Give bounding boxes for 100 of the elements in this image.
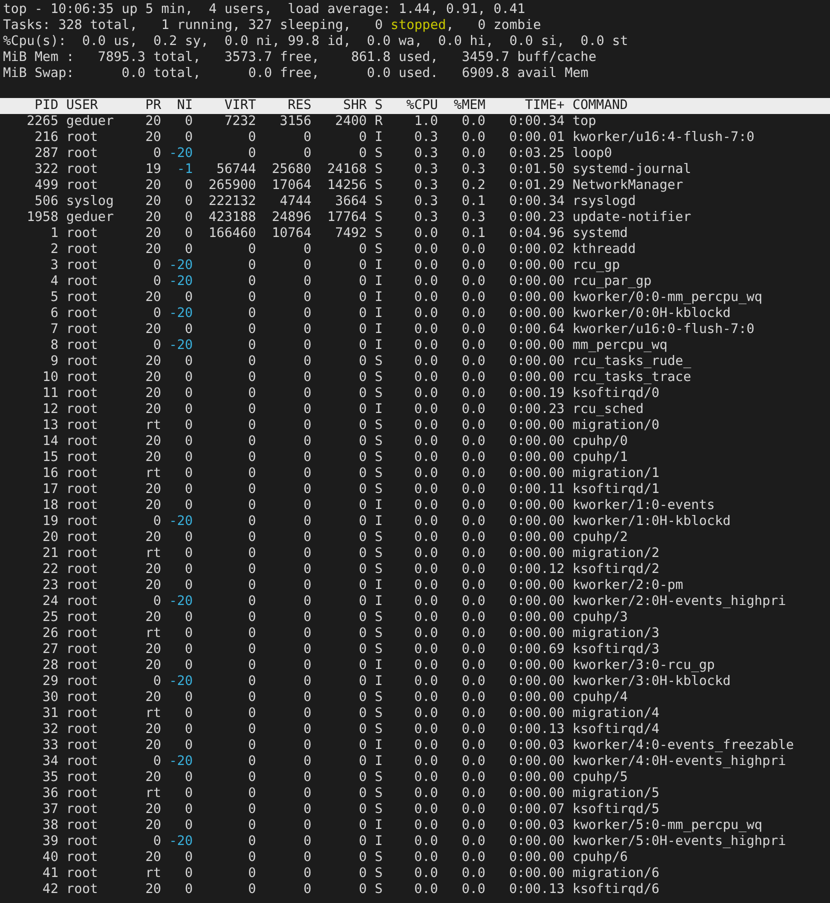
table-cell-text: 0 [358, 722, 367, 738]
table-cell-text: 56744 [216, 162, 256, 178]
table-cell-text: 0 [358, 354, 367, 370]
table-cell-text: 20 [144, 114, 162, 130]
table-cell-text: 0.0 [460, 418, 486, 434]
table-cell-text: 0 [358, 402, 367, 418]
table-cell-text: 0 [152, 146, 162, 162]
table-cell-text: 0.1 [460, 226, 486, 242]
table-cell-text: 0 [302, 594, 312, 610]
table-cell-text: 222132 [208, 194, 256, 210]
column-header: %MEM [452, 98, 486, 114]
table-cell-text: 0.0 [460, 594, 486, 610]
table-cell-text: root [66, 258, 99, 274]
table-cell-text: 0.3 [413, 210, 438, 226]
table-cell: I [374, 658, 383, 674]
table-cell-text: 0:00.00 [508, 338, 565, 354]
table-cell-text: 0 [358, 674, 367, 690]
table-cell-text: 0 [302, 482, 312, 498]
table-cell: S [374, 530, 383, 546]
table-cell: I [374, 578, 383, 594]
table-cell-text: 0 [184, 290, 193, 306]
table-cell-text: 0 [302, 818, 312, 834]
table-cell-text: 0 [302, 130, 312, 146]
table-cell: S [374, 210, 383, 226]
table-cell-text: root [66, 866, 99, 882]
table-cell-text: 0.0 [413, 562, 438, 578]
table-cell-text: 0 [358, 770, 367, 786]
table-cell-text: 17 [42, 482, 58, 498]
table-cell-text: 0.0 [413, 722, 438, 738]
table-cell-text: 0 [358, 418, 367, 434]
table-cell-text: 0 [184, 178, 193, 194]
table-cell-text: 0.0 [413, 658, 438, 674]
table-cell-text: 0:00.13 [508, 722, 565, 738]
table-cell-text: 24 [42, 594, 58, 610]
table-cell-text: 0 [302, 802, 312, 818]
table-cell-text: root [66, 226, 99, 242]
table-cell-text: 0.3 [460, 210, 486, 226]
table-cell-text: 0 [358, 578, 367, 594]
table-cell-text: 0.0 [460, 866, 486, 882]
table-cell: S [374, 770, 383, 786]
table-cell-text: 0.0 [460, 386, 486, 402]
table-cell-text: 0.0 [413, 850, 438, 866]
table-cell-text: 0:00.00 [508, 610, 565, 626]
table-cell-text: 0 [358, 690, 367, 706]
table-cell-text: 38 [42, 818, 58, 834]
table-cell-text: 0:00.00 [508, 306, 565, 322]
table-cell-text: 0 [302, 642, 312, 658]
table-cell-text: 20 [144, 802, 162, 818]
table-cell-text: 0:00.19 [508, 386, 565, 402]
table-cell: S [374, 882, 383, 898]
table-cell-text: 0:00.00 [508, 866, 565, 882]
table-cell-text: 0:00.00 [508, 786, 565, 802]
table-cell-text: 0 [184, 786, 193, 802]
table-cell-text: 0 [247, 258, 256, 274]
table-cell-text: 2400 [334, 114, 367, 130]
table-cell-text: root [66, 594, 99, 610]
table-cell-text: 0:00.34 [508, 194, 565, 210]
table-cell-text: 20 [144, 386, 162, 402]
table-cell-text: kworker/2:0-pm [572, 578, 684, 594]
table-cell-text: 20 [144, 498, 162, 514]
table-cell-text: 0.0 [413, 626, 438, 642]
table-cell-text: 19 [144, 162, 162, 178]
table-cell-text: 1 [49, 226, 58, 242]
table-cell-text: 0.0 [413, 802, 438, 818]
table-cell-text: 20 [144, 818, 162, 834]
table-cell-text: 0.0 [413, 402, 438, 418]
table-cell-text: 0:00.23 [508, 210, 565, 226]
table-cell-text: 0:00.00 [508, 466, 565, 482]
table-cell-text: 0 [247, 594, 256, 610]
table-cell-text: rcu_tasks_rude_ [572, 354, 692, 370]
table-cell: S [374, 146, 383, 162]
table-cell-text: 0 [302, 770, 312, 786]
table-cell-text: root [66, 338, 99, 354]
table-cell-text: migration/1 [572, 466, 660, 482]
table-cell-text: top [572, 114, 598, 130]
column-header: VIRT [223, 98, 256, 114]
table-cell-text: 20 [144, 370, 162, 386]
table-cell-text: 0.0 [460, 738, 486, 754]
table-cell: -20 [169, 674, 193, 690]
table-cell-text: 0.0 [460, 338, 486, 354]
table-cell-text: 0 [247, 242, 256, 258]
table-cell: I [374, 290, 383, 306]
table-cell-text: 16 [42, 466, 58, 482]
table-cell-text: root [66, 546, 99, 562]
table-cell-text: 20 [144, 194, 162, 210]
table-cell-text: root [66, 818, 99, 834]
table-cell: I [374, 130, 383, 146]
table-cell-text: 0 [302, 722, 312, 738]
table-cell-text: 8 [49, 338, 58, 354]
table-cell-text: 20 [144, 610, 162, 626]
table-cell-text: 0:00.00 [508, 834, 565, 850]
table-cell-text: root [66, 162, 99, 178]
table-cell-text: kworker/5:0-mm_percpu_wq [572, 818, 764, 834]
table-cell: -20 [169, 338, 193, 354]
table-cell-text: 0 [247, 818, 256, 834]
table-cell-text: update-notifier [572, 210, 692, 226]
table-cell-text: 36 [42, 786, 58, 802]
table-cell-text: 0 [184, 722, 193, 738]
table-cell-text: root [66, 402, 99, 418]
table-cell-text: cpuhp/4 [572, 690, 629, 706]
